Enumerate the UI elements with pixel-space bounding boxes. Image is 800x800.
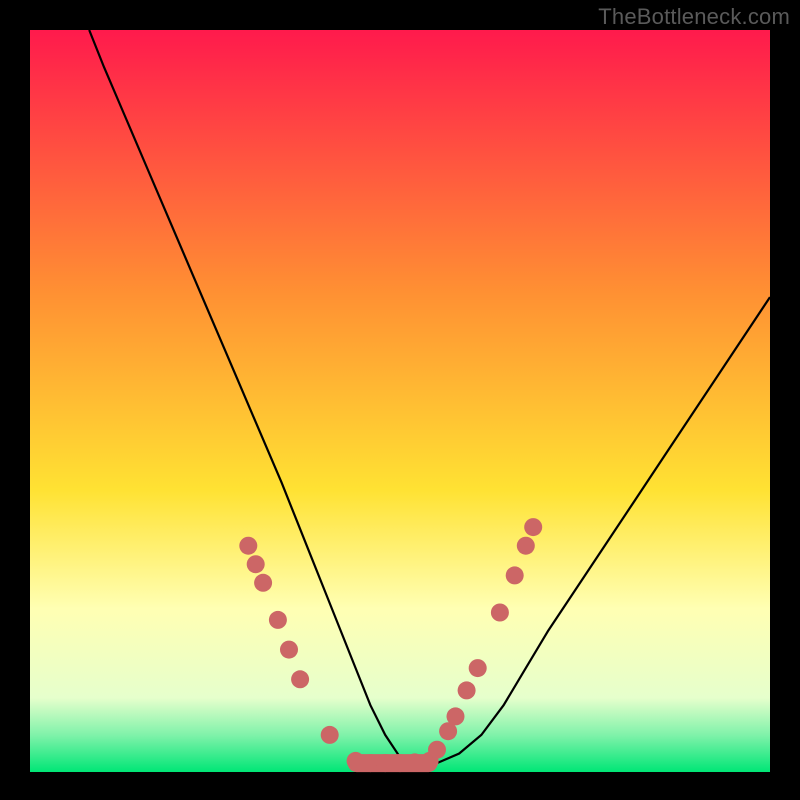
- data-dot: [447, 707, 465, 725]
- watermark-text: TheBottleneck.com: [598, 4, 790, 30]
- data-dot: [291, 670, 309, 688]
- data-dot: [269, 611, 287, 629]
- plot-background: [30, 30, 770, 772]
- data-dot: [491, 604, 509, 622]
- bottleneck-chart: [0, 0, 800, 800]
- data-dot: [524, 518, 542, 536]
- data-dot: [247, 555, 265, 573]
- data-dot: [469, 659, 487, 677]
- data-dot: [280, 641, 298, 659]
- data-dot: [506, 566, 524, 584]
- data-dot: [254, 574, 272, 592]
- data-dot: [458, 681, 476, 699]
- data-dot: [321, 726, 339, 744]
- data-dot: [517, 537, 535, 555]
- chart-frame: TheBottleneck.com: [0, 0, 800, 800]
- data-dot: [239, 537, 257, 555]
- data-dot: [428, 741, 446, 759]
